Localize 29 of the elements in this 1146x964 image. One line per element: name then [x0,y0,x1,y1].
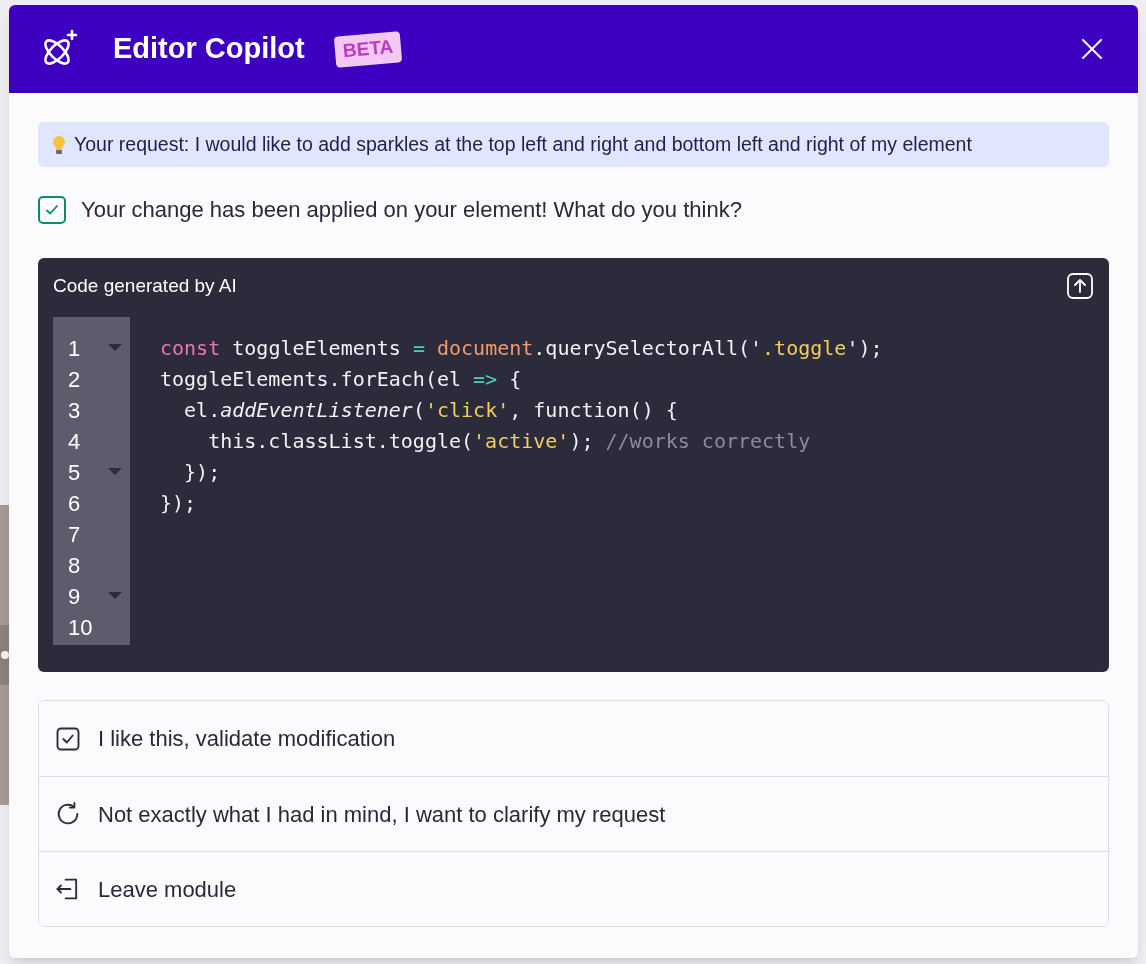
line-number: 8 [68,551,82,580]
request-text: Your request: I would like to add sparkles at the top left and right and bottom left and right of my element [74,131,972,157]
code-line: toggleElements.forEach(el => { [160,366,522,393]
line-number: 10 [68,613,94,642]
code-line: }); [160,490,197,517]
upload-button[interactable] [1066,272,1094,301]
beta-badge: BETA [333,30,403,68]
lightbulb-icon [52,134,66,155]
line-number: 9 [68,582,82,611]
line-number: 4 [68,427,82,456]
code-line: const toggleElements = document.querySelectorAll('.toggle'); [160,335,883,362]
line-number: 2 [68,365,82,394]
status-text: Your change has been applied on your element! What do you think? [81,196,742,224]
fold-icon[interactable] [108,468,122,476]
code-line: this.classList.toggle('active'); //works correctly [207,428,811,455]
line-number: 3 [68,396,82,425]
line-number: 6 [68,489,82,518]
action-option[interactable]: Leave module [39,851,1108,926]
upload-icon [1066,272,1094,301]
code-line: el.addEventListener('click', function() { [183,397,678,424]
line-number: 1 [68,334,82,363]
line-number: 5 [68,458,82,487]
close-icon [1081,38,1103,60]
code-line: }); [183,459,221,486]
fold-icon[interactable] [108,344,122,352]
code-panel-title: Code generated by AI [53,274,237,298]
line-number: 7 [68,520,82,549]
dialog-title: Editor Copilot [113,31,305,67]
fold-icon[interactable] [108,592,122,600]
